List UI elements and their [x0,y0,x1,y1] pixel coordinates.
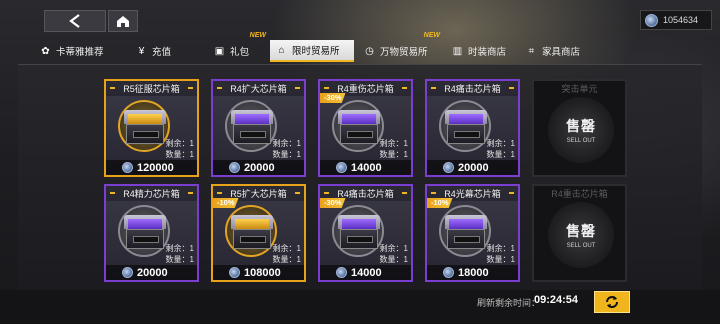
tab-gift-pack[interactable]: ▣ 礼包 NEW [208,32,270,62]
shop-item-card[interactable]: R4重伤芯片箱 -30% 剩余：1 数量：1 14000 [318,79,413,177]
price-tag: 120000 [106,160,197,175]
tab-limited-exchange[interactable]: ⌂ 限时贸易所 [270,40,354,62]
tab-label: 时装商店 [468,47,507,58]
shop-item-card[interactable]: R5征服芯片箱 剩余：1 数量：1 120000 [104,79,199,177]
item-name: R5征服芯片箱 [106,81,197,96]
coin-icon [443,267,454,278]
tab-universal-exchange[interactable]: ◷ 万物贸易所 NEW [358,32,444,62]
tab-fashion-shop[interactable]: ▥ 时装商店 [446,40,520,62]
shop-item-card[interactable]: R4痛击芯片箱 剩余：1 数量：1 20000 [425,79,520,177]
item-stock: 剩余：1 数量：1 [165,244,194,264]
item-price: 18000 [458,266,489,279]
price-tag: 20000 [213,160,304,175]
shop-item-card[interactable]: R5扩大芯片箱 -10% 剩余：1 数量：1 108000 [211,184,306,282]
home-icon [117,15,129,27]
price-tag: 18000 [427,265,518,280]
discount-badge: -10% [213,198,239,208]
coin-icon [122,267,133,278]
shop-tabs: ✿ 卡蒂雅推荐 ¥ 充值 ▣ 礼包 NEW ⌂ 限时贸易所 ◷ 万物贸易所 NE… [0,32,720,62]
item-stock: 剩余：1 数量：1 [272,139,301,159]
currency-display: 1054634 [640,10,712,30]
tab-recommend[interactable]: ✿ 卡蒂雅推荐 [34,40,122,62]
item-price: 14000 [351,161,382,174]
item-price: 20000 [458,161,489,174]
item-name: 突击单元 [561,84,598,94]
item-name: R4痛击芯片箱 [427,81,518,96]
discount-badge: -10% [427,198,453,208]
new-badge: NEW [423,32,440,39]
item-price: 14000 [351,266,382,279]
tab-label: 家具商店 [542,47,581,58]
shop-icon: ⌂ [278,44,285,56]
item-price: 120000 [137,161,174,174]
wardrobe-icon: ▥ [452,45,463,57]
soldout-item-card: R4重击芯片箱 售罄 SELL OUT [532,184,627,282]
yen-icon: ¥ [138,45,145,57]
item-name: R4扩大芯片箱 [213,81,304,96]
currency-amount: 1054634 [663,15,699,25]
item-stock: 剩余：1 数量：1 [379,139,408,159]
top-bar: 1054634 [0,0,720,40]
sold-out-stamp: 售罄 SELL OUT [548,97,614,163]
shop-item-card[interactable]: R4痛击芯片箱 -30% 剩余：1 数量：1 14000 [318,184,413,282]
new-badge: NEW [249,32,266,39]
tab-label: 礼包 [230,47,250,58]
gift-icon: ▣ [214,45,225,57]
coin-icon [336,267,347,278]
item-name: R4重击芯片箱 [551,189,608,199]
price-tag: 20000 [427,160,518,175]
coin-icon [229,267,240,278]
price-tag: 20000 [106,265,197,280]
item-stock: 剩余：1 数量：1 [486,139,515,159]
item-stock: 剩余：1 数量：1 [486,244,515,264]
coin-icon [122,162,133,173]
refresh-icon [606,296,618,308]
coin-icon [229,162,240,173]
item-stock: 剩余：1 数量：1 [379,244,408,264]
item-stock: 剩余：1 数量：1 [165,139,194,159]
discount-badge: -30% [320,93,346,103]
footer-bar: 刷新剩余时间： 09:24:54 [0,290,720,324]
refresh-timer-value: 09:24:54 [534,294,579,306]
shop-panel: R5征服芯片箱 剩余：1 数量：1 120000 R4扩大芯片箱 剩余：1 数量：1… [18,64,702,290]
item-price: 108000 [244,266,281,279]
item-price: 20000 [244,161,275,174]
clock-icon: ◷ [365,45,374,57]
sold-out-stamp: 售罄 SELL OUT [548,202,614,268]
discount-badge: -30% [320,198,346,208]
refresh-button[interactable] [594,291,630,313]
soldout-item-card: 突击单元 售罄 SELL OUT [532,79,627,177]
coin-icon [336,162,347,173]
item-grid: R5征服芯片箱 剩余：1 数量：1 120000 R4扩大芯片箱 剩余：1 数量：1… [104,79,634,282]
tab-label: 限时贸易所 [292,46,340,57]
shop-item-card[interactable]: R4扩大芯片箱 剩余：1 数量：1 20000 [211,79,306,177]
coin-icon [443,162,454,173]
item-name: R4精力芯片箱 [106,186,197,201]
item-stock: 剩余：1 数量：1 [272,244,301,264]
tab-recharge[interactable]: ¥ 充值 [130,40,208,62]
coin-icon [645,13,658,27]
tab-furniture-shop[interactable]: ⌗ 家具商店 [520,40,594,62]
item-price: 20000 [137,266,168,279]
refresh-timer-label: 刷新剩余时间： [477,298,541,308]
home-button[interactable] [108,10,138,32]
sofa-icon: ⌗ [528,45,535,57]
shop-item-card[interactable]: R4精力芯片箱 剩余：1 数量：1 20000 [104,184,199,282]
back-arrow-icon [69,14,80,28]
tab-label: 卡蒂雅推荐 [56,47,104,58]
price-tag: 14000 [320,160,411,175]
shop-item-card[interactable]: R4光幕芯片箱 -10% 剩余：1 数量：1 18000 [425,184,520,282]
tab-label: 充值 [152,47,172,58]
tab-label: 万物贸易所 [380,47,428,58]
price-tag: 14000 [320,265,411,280]
price-tag: 108000 [213,265,304,280]
back-button[interactable] [44,10,106,32]
cat-icon: ✿ [41,45,50,57]
